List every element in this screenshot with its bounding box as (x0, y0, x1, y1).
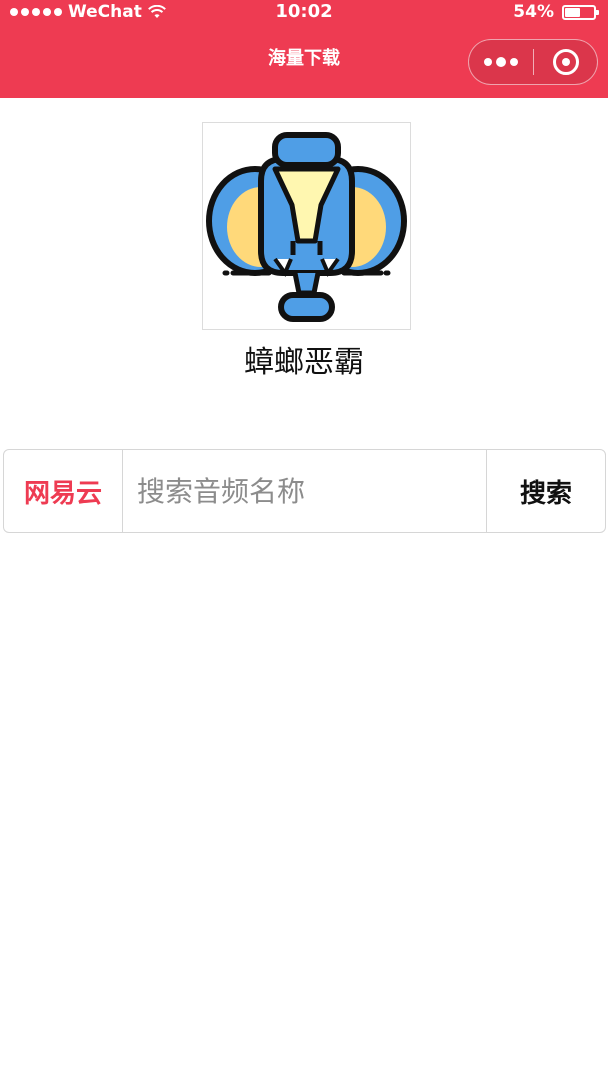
more-dots-icon[interactable] (469, 40, 533, 84)
cockroach-mascot-icon (206, 132, 407, 322)
status-bar: WeChat 10:02 54% (0, 0, 608, 24)
header-bar: WeChat 10:02 54% 海量下载 (0, 0, 608, 98)
search-input[interactable] (123, 450, 486, 532)
search-button[interactable]: 搜索 (486, 450, 605, 532)
close-button[interactable] (534, 49, 597, 75)
battery-percent: 54% (513, 2, 554, 22)
battery-status: 54% (513, 0, 599, 24)
avatar (202, 122, 411, 330)
miniprogram-capsule (468, 39, 598, 85)
username: 蟑螂恶霸 (244, 345, 364, 380)
search-bar: 网易云 搜索 (3, 449, 606, 533)
battery-icon (562, 4, 599, 20)
source-selector[interactable]: 网易云 (4, 450, 123, 532)
target-close-icon (552, 49, 579, 75)
